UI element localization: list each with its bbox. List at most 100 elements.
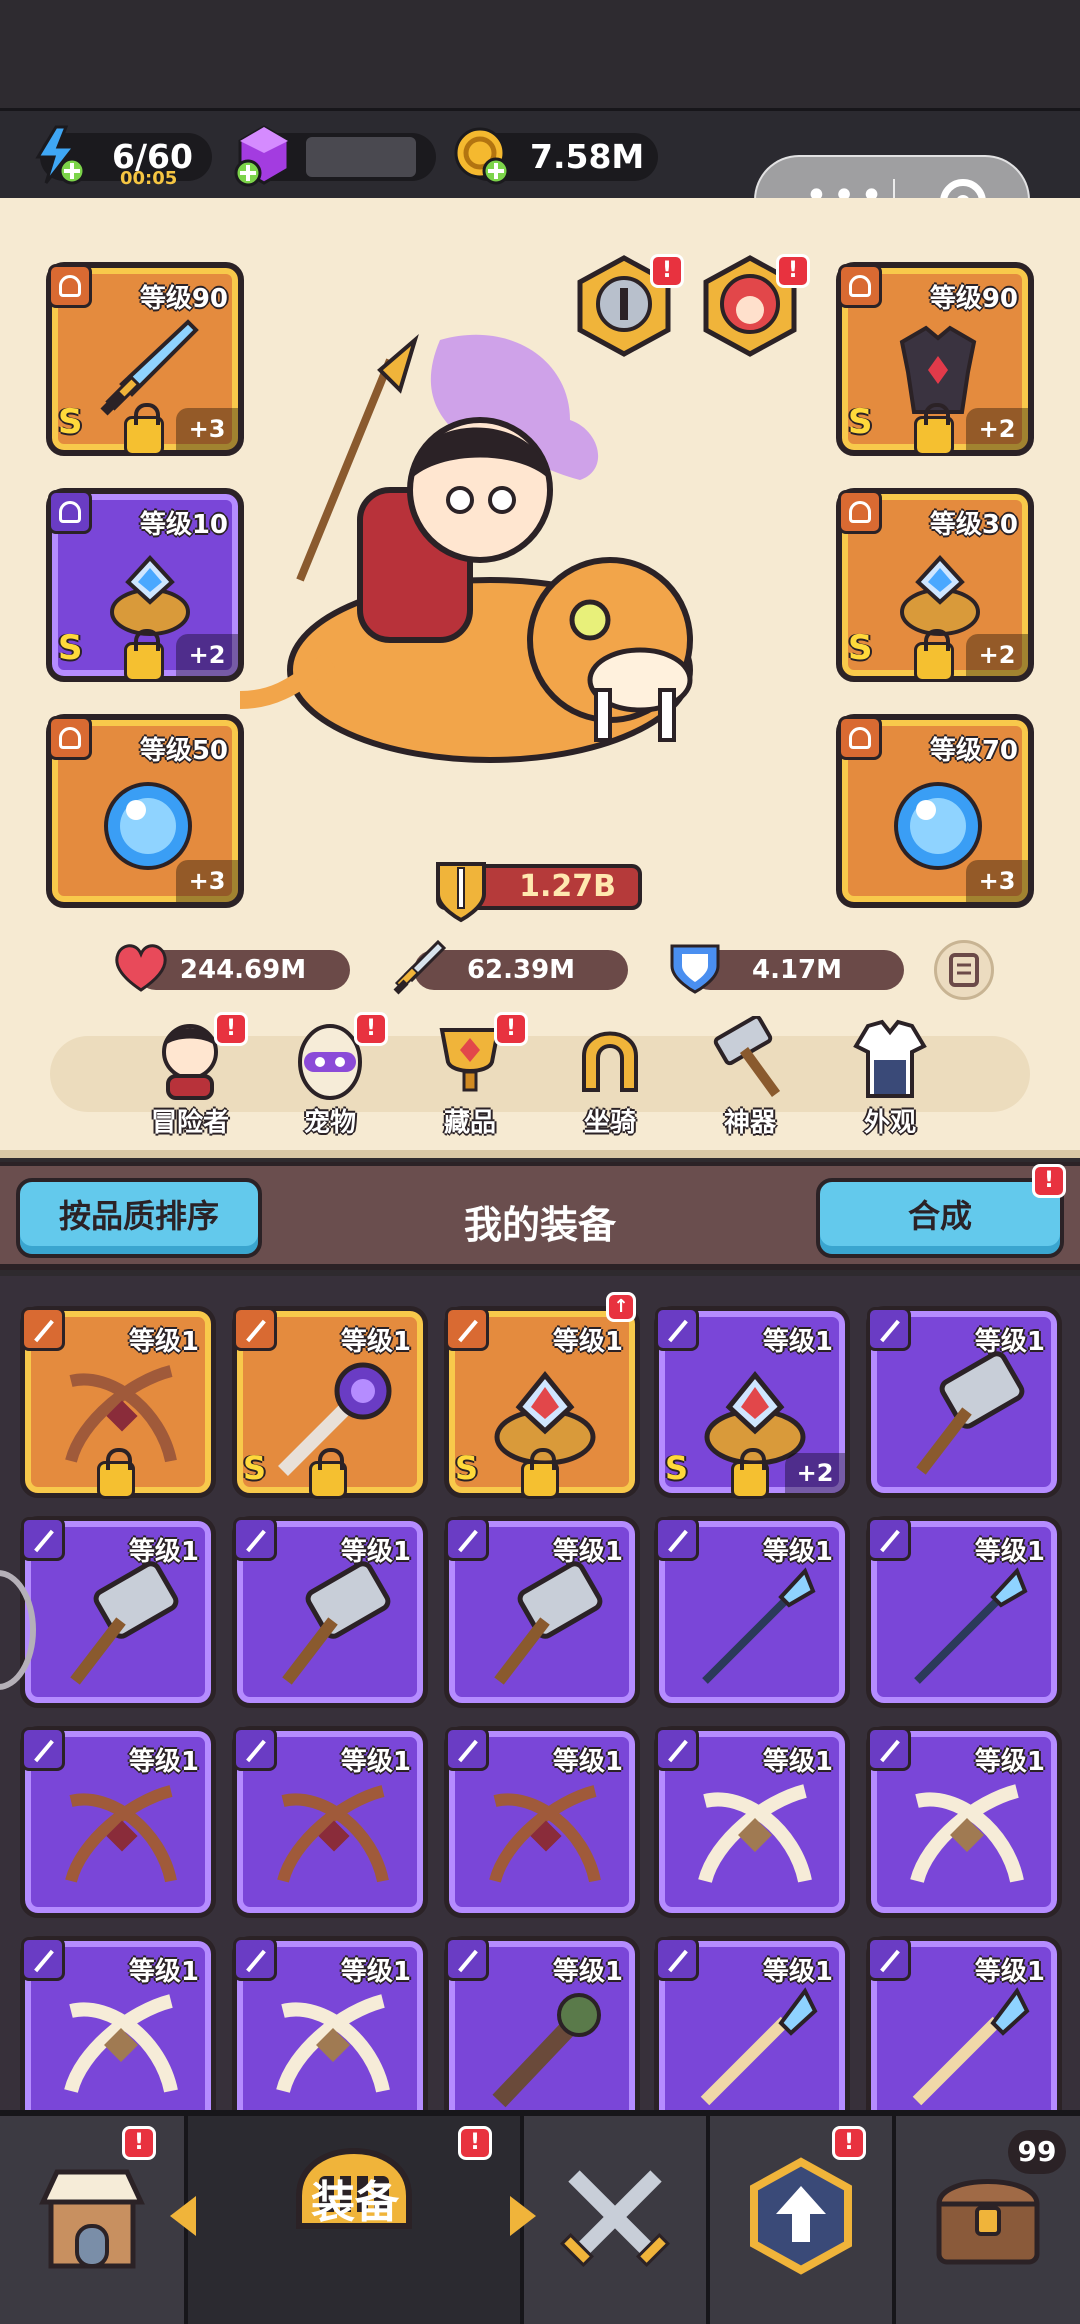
mount-horseshoe-icon — [582, 1031, 638, 1092]
equip-slot-necklace[interactable]: 等级50 +3 — [46, 714, 244, 908]
equip-slot-ring-2[interactable]: 等级30 S +2 — [836, 488, 1034, 682]
lock-icon — [914, 629, 954, 682]
system-status-bar — [0, 0, 1080, 108]
inventory-item[interactable]: 等级1 — [866, 1516, 1062, 1708]
nav-mount[interactable]: 坐骑 — [550, 1016, 670, 1138]
crystal-staff-icon — [912, 1987, 1030, 2106]
inventory-item[interactable]: 等级1 — [866, 1936, 1062, 2128]
notification-badge: ! — [458, 2126, 492, 2160]
crossed-swords-icon — [560, 2170, 670, 2267]
merge-button[interactable]: 合成 — [816, 1178, 1064, 1258]
item-type-icon — [445, 1517, 489, 1561]
nav-label: 外观 — [863, 1108, 916, 1138]
inventory-item[interactable]: 等级1 — [866, 1726, 1062, 1918]
slot-level: 等级30 — [929, 510, 1018, 540]
energy-plus-icon — [35, 125, 86, 185]
upgrade-arrow-icon — [750, 2157, 852, 2275]
tab-battle[interactable] — [524, 2116, 710, 2324]
slot-level: 等级90 — [139, 284, 228, 314]
hero-on-tiger-mount[interactable] — [240, 320, 720, 770]
item-type-icon — [867, 1307, 911, 1351]
item-type-icon — [655, 1937, 699, 1981]
inventory-item[interactable]: 等级1 — [20, 1726, 216, 1918]
bone-bow-icon — [64, 1994, 178, 2094]
necklace-type-icon — [838, 716, 882, 760]
shield-icon — [670, 944, 720, 994]
heart-icon — [115, 944, 167, 992]
item-plus: +2 — [785, 1453, 845, 1493]
inventory-item[interactable]: 等级1 — [444, 1516, 640, 1708]
inventory-item[interactable]: 等级1 — [20, 1516, 216, 1708]
gold-counter[interactable]: 7.58M — [454, 127, 658, 185]
tab-upgrade[interactable] — [710, 2116, 896, 2324]
shop-icon — [39, 2169, 145, 2269]
hammer-icon — [916, 1351, 1025, 1475]
item-type-icon — [655, 1727, 699, 1771]
item-type-icon — [445, 1937, 489, 1981]
slot-plus: +3 — [966, 860, 1028, 902]
notification-badge: ! — [354, 1012, 388, 1046]
inventory-item[interactable]: 等级1 S — [444, 1306, 640, 1499]
inventory-item[interactable]: 等级1 — [866, 1306, 1062, 1498]
inventory-item[interactable]: 等级1 S — [232, 1306, 428, 1499]
equip-slot-necklace-2[interactable]: 等级70 +3 — [836, 714, 1034, 908]
bone-bow-icon — [698, 1784, 812, 1884]
slot-plus: +2 — [966, 634, 1028, 676]
item-type-icon — [233, 1937, 277, 1981]
spear-icon — [914, 1567, 1028, 1684]
tab-left-arrow-icon[interactable] — [170, 2196, 196, 2236]
chest-count-badge: 99 — [1008, 2130, 1066, 2174]
notification-badge: ! — [1032, 1164, 1066, 1198]
necklace-type-icon — [48, 716, 92, 760]
tab-shop[interactable] — [0, 2116, 188, 2324]
gem-counter[interactable] — [234, 125, 436, 187]
inventory-item[interactable]: 等级1 — [654, 1726, 850, 1918]
nav-artifact[interactable]: 神器 — [690, 1016, 810, 1138]
inventory-item[interactable]: 等级1 — [232, 1936, 428, 2128]
slot-plus: +3 — [176, 860, 238, 902]
inventory-item[interactable]: 等级1 — [232, 1516, 428, 1708]
crossbow-icon — [65, 1785, 177, 1883]
equip-slot-ring[interactable]: 等级10 S +2 — [46, 488, 244, 682]
notification-badge: ! — [214, 1012, 248, 1046]
stats-detail-icon[interactable] — [934, 940, 994, 1000]
item-type-icon — [233, 1727, 277, 1771]
my-equipment-title: 我的装备 — [463, 1203, 616, 1247]
weapon-type-icon — [48, 264, 92, 308]
item-type-icon — [867, 1727, 911, 1771]
ring-type-icon — [838, 490, 882, 534]
inventory-item[interactable]: 等级1 — [232, 1726, 428, 1918]
slot-grade: S — [58, 402, 83, 442]
item-type-icon — [21, 1307, 65, 1351]
inventory-item[interactable]: 等级1 S +2 — [654, 1306, 850, 1499]
inventory-item[interactable]: 等级1 — [444, 1936, 640, 2128]
energy-counter[interactable]: 6/60 00:05 — [35, 125, 212, 189]
equip-slot-weapon[interactable]: 等级90 S +3 — [46, 262, 244, 456]
inventory-item[interactable]: 等级1 — [20, 1936, 216, 2128]
tab-right-arrow-icon[interactable] — [510, 2196, 536, 2236]
game-screen: { "resources": { "energy": "6/60", "ener… — [0, 0, 1080, 2324]
notification-badge: ! — [776, 254, 810, 288]
attack-value: 62.39M — [466, 955, 576, 985]
hammer-icon — [70, 1561, 179, 1685]
upgrade-badge-icon: ↑ — [606, 1292, 636, 1322]
lock-icon — [97, 1448, 135, 1499]
inventory-item[interactable]: 等级1 — [20, 1306, 216, 1499]
nav-appearance[interactable]: 外观 — [830, 1016, 950, 1138]
item-grade: S — [455, 1449, 479, 1487]
spear-icon — [702, 1567, 816, 1684]
crystal-staff-icon — [700, 1987, 818, 2106]
item-type-icon — [445, 1307, 489, 1351]
ring-type-icon — [48, 490, 92, 534]
nav-label: 坐骑 — [583, 1108, 636, 1138]
lock-icon — [914, 403, 954, 456]
inventory-item[interactable]: 等级1 — [654, 1516, 850, 1708]
inventory-item[interactable]: 等级1 — [444, 1726, 640, 1918]
hp-value: 244.69M — [179, 955, 307, 985]
tab-equipment-label: 装备 — [311, 2177, 399, 2228]
list-icon — [949, 953, 979, 987]
equip-slot-armor[interactable]: 等级90 S +2 — [836, 262, 1034, 456]
inventory-item[interactable]: 等级1 — [654, 1936, 850, 2128]
slot-level: 等级90 — [929, 284, 1018, 314]
sort-by-quality-button[interactable]: 按品质排序 — [16, 1178, 262, 1258]
